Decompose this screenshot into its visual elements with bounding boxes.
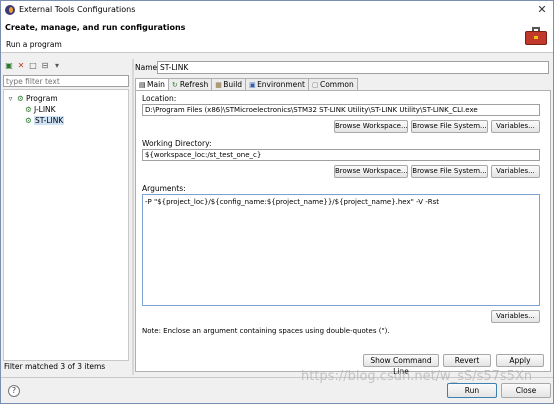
- apply-button[interactable]: Apply: [496, 354, 544, 367]
- tab-build[interactable]: ▦Build: [211, 78, 247, 90]
- tree-node-label: J-LINK: [34, 105, 56, 114]
- tab-label: Refresh: [179, 80, 209, 89]
- watermark: https://blog.csdn.net/w_sS/s57s5Xn: [301, 369, 533, 384]
- external-tool-icon: ⚙: [25, 116, 32, 125]
- header-banner: Create, manage, and run configurations R…: [1, 19, 553, 53]
- title-bar: External Tools Configurations ✕: [1, 1, 553, 19]
- external-tool-icon: ⚙: [25, 105, 32, 114]
- working-directory-label: Working Directory:: [142, 139, 212, 148]
- filter-input[interactable]: [3, 75, 129, 87]
- eclipse-icon: [5, 5, 15, 15]
- banner-subtitle: Run a program: [6, 40, 62, 49]
- tab-environment[interactable]: ▣Environment: [245, 78, 309, 90]
- configuration-tree: ▿ ⚙ Program ⚙ J-LINK ⚙ ST-LINK: [3, 89, 129, 361]
- location-field[interactable]: D:\Program Files (x86)\STMicroelectronic…: [142, 104, 540, 116]
- tree-node-label: ST-LINK: [34, 116, 65, 125]
- location-browse-file-system-button[interactable]: Browse File System...: [411, 120, 488, 133]
- main-tab-panel: Location: D:\Program Files (x86)\STMicro…: [135, 90, 551, 372]
- revert-button[interactable]: Revert: [443, 354, 491, 367]
- external-tools-dialog: External Tools Configurations ✕ Create, …: [0, 0, 554, 404]
- tab-common[interactable]: ▢Common: [307, 78, 358, 90]
- name-field[interactable]: [157, 61, 549, 74]
- arguments-label: Arguments:: [142, 184, 186, 193]
- working-directory-field[interactable]: ${workspace_loc:/st_test_one_c}: [142, 149, 540, 161]
- delete-configuration-icon[interactable]: ✕: [16, 61, 26, 71]
- arguments-textarea[interactable]: -P "${project_loc}/${config_name:${proje…: [142, 194, 540, 306]
- tree-node-st-link[interactable]: ⚙ ST-LINK: [24, 115, 65, 126]
- quote-note: Note: Enclose an argument containing spa…: [142, 327, 390, 335]
- tree-node-j-link[interactable]: ⚙ J-LINK: [24, 104, 56, 115]
- name-label: Name:: [135, 63, 160, 72]
- location-browse-workspace-button[interactable]: Browse Workspace...: [334, 120, 408, 133]
- tree-node-label: Program: [26, 94, 58, 103]
- duplicate-configuration-icon[interactable]: □: [28, 61, 38, 71]
- collapse-all-icon[interactable]: ⊟: [40, 61, 50, 71]
- location-label: Location:: [142, 94, 177, 103]
- tab-label: Environment: [257, 80, 305, 89]
- show-command-line-button[interactable]: Show Command Line: [363, 354, 439, 376]
- help-icon[interactable]: ?: [8, 385, 20, 397]
- tab-label: Main: [147, 80, 165, 89]
- run-button[interactable]: Run: [447, 383, 497, 398]
- banner-heading: Create, manage, and run configurations: [5, 23, 186, 32]
- configuration-editor: Name: ▤Main ↻Refresh ▦Build ▣Environment…: [135, 59, 551, 376]
- program-icon: ⚙: [17, 94, 24, 103]
- filter-menu-icon[interactable]: ▾: [52, 61, 62, 71]
- configurations-toolbar: ▣ ✕ □ ⊟ ▾: [4, 61, 62, 73]
- workdir-browse-file-system-button[interactable]: Browse File System...: [411, 165, 488, 178]
- configurations-pane: ▣ ✕ □ ⊟ ▾ ▿⚙Program ⚙J-LINK ⚙ST-LINK Fil…: [1, 59, 132, 375]
- location-variables-button[interactable]: Variables...: [491, 120, 540, 133]
- new-configuration-icon[interactable]: ▣: [4, 61, 14, 71]
- pane-divider[interactable]: [132, 59, 134, 375]
- filter-status: Filter matched 3 of 3 items: [4, 362, 106, 371]
- workdir-browse-workspace-button[interactable]: Browse Workspace...: [334, 165, 408, 178]
- tab-refresh[interactable]: ↻ Refresh: [167, 78, 213, 90]
- close-window-icon[interactable]: ✕: [535, 4, 549, 16]
- window-title: External Tools Configurations: [19, 5, 136, 14]
- close-button[interactable]: Close: [501, 383, 551, 398]
- tree-node-program[interactable]: ▿ ⚙ Program: [6, 93, 58, 104]
- expand-icon[interactable]: ▿: [6, 93, 15, 104]
- tab-label: Common: [319, 80, 354, 89]
- toolbox-icon: [525, 25, 547, 45]
- arguments-variables-button[interactable]: Variables...: [491, 310, 540, 323]
- configuration-tabs: ▤Main ↻ Refresh ▦Build ▣Environment ▢Comm…: [135, 78, 358, 91]
- tab-label: Build: [223, 80, 243, 89]
- workdir-variables-button[interactable]: Variables...: [491, 165, 540, 178]
